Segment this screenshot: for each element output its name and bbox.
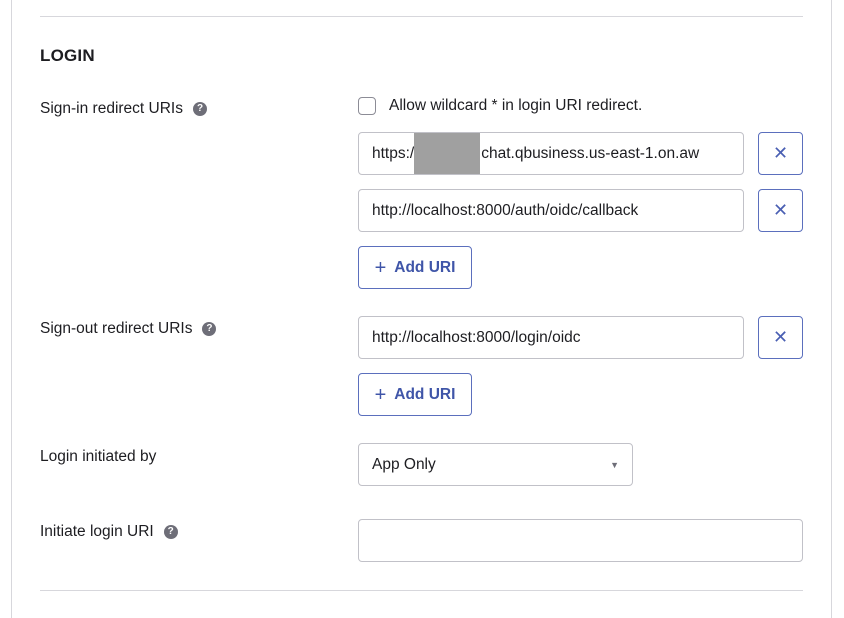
redacted-block xyxy=(414,133,481,174)
signin-uri-2-value: http://localhost:8000/auth/oidc/callback xyxy=(372,201,639,219)
signout-uri-1-value: http://localhost:8000/login/oidc xyxy=(372,328,581,346)
signin-uri-1-prefix: https:/ xyxy=(372,144,415,162)
close-icon: ✕ xyxy=(772,327,789,347)
close-icon: ✕ xyxy=(772,200,789,220)
chevron-down-icon: ▼ xyxy=(610,459,619,470)
signin-uri-1-suffix: chat.qbusiness.us-east-1.on.aw xyxy=(481,144,700,162)
help-icon[interactable]: ? xyxy=(193,102,207,116)
plus-icon: + xyxy=(374,383,387,406)
signout-uri-input-1[interactable]: http://localhost:8000/login/oidc xyxy=(358,316,744,359)
add-signout-uri-label: Add URI xyxy=(394,385,456,403)
signout-redirect-label: Sign-out redirect URIs xyxy=(40,320,193,337)
plus-icon: + xyxy=(374,256,387,279)
initiate-login-uri-label: Initiate login URI xyxy=(40,523,154,540)
remove-signin-uri-1-button[interactable]: ✕ xyxy=(758,132,803,175)
signin-redirect-label-row: Sign-in redirect URIs ? xyxy=(40,100,207,118)
remove-signout-uri-1-button[interactable]: ✕ xyxy=(758,316,803,359)
signin-uri-input-2[interactable]: http://localhost:8000/auth/oidc/callback xyxy=(358,189,744,232)
section-title: LOGIN xyxy=(40,46,95,65)
login-initiated-label-row: Login initiated by xyxy=(40,448,156,466)
add-signout-uri-button[interactable]: + Add URI xyxy=(358,373,472,416)
top-divider xyxy=(40,16,803,17)
wildcard-checkbox[interactable] xyxy=(358,97,376,115)
initiate-login-uri-input[interactable] xyxy=(358,519,803,562)
wildcard-option[interactable]: Allow wildcard * in login URI redirect. xyxy=(358,97,642,115)
help-icon[interactable]: ? xyxy=(202,322,217,336)
signin-uri-input-1[interactable]: https:/ chat.qbusiness.us-east-1.on.aw xyxy=(358,132,744,175)
login-initiated-label: Login initiated by xyxy=(40,448,157,465)
signin-redirect-label: Sign-in redirect URIs xyxy=(40,100,183,117)
login-initiated-select[interactable]: App Only ▼ xyxy=(358,443,633,486)
help-icon[interactable]: ? xyxy=(163,525,178,539)
close-icon: ✕ xyxy=(772,143,789,163)
add-signin-uri-label: Add URI xyxy=(394,258,456,276)
wildcard-label: Allow wildcard * in login URI redirect. xyxy=(389,97,643,114)
remove-signin-uri-2-button[interactable]: ✕ xyxy=(758,189,803,232)
bottom-divider xyxy=(40,590,803,591)
add-signin-uri-button[interactable]: + Add URI xyxy=(358,246,472,289)
initiate-login-uri-label-row: Initiate login URI ? xyxy=(40,523,178,541)
signout-redirect-label-row: Sign-out redirect URIs ? xyxy=(40,320,217,338)
login-initiated-value: App Only xyxy=(372,455,436,473)
